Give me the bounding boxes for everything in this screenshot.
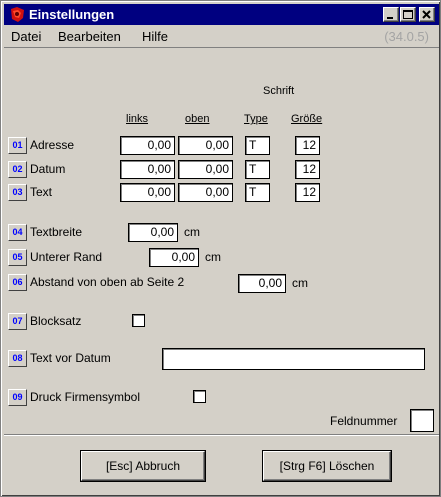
settings-window: Einstellungen Datei Bearbeiten Hilfe (34… <box>0 0 441 497</box>
blocksatz-label: Blocksatz <box>30 314 82 328</box>
abstand-unit: cm <box>292 276 308 290</box>
text-groesse-field[interactable]: 12 <box>295 183 320 202</box>
adresse-links-field[interactable]: 0,00 <box>120 136 175 155</box>
window-title: Einstellungen <box>29 7 115 22</box>
text-links-field[interactable]: 0,00 <box>120 183 175 202</box>
menu-bearbeiten[interactable]: Bearbeiten <box>58 29 121 44</box>
textbreite-unit: cm <box>184 225 200 239</box>
settings-form: Schrift links oben Type Größe 01 Adresse… <box>4 47 439 432</box>
close-icon <box>422 10 431 19</box>
text-vor-datum-label: Text vor Datum <box>30 351 111 365</box>
maximize-icon <box>403 10 413 19</box>
title-bar[interactable]: Einstellungen <box>4 4 439 25</box>
datum-groesse-field[interactable]: 12 <box>295 160 320 179</box>
adresse-type-field[interactable]: T <box>245 136 270 155</box>
abstand-field[interactable]: 0,00 <box>238 274 286 293</box>
abstand-label: Abstand von oben ab Seite 2 <box>30 275 185 289</box>
header-groesse: Größe <box>291 113 323 125</box>
unterer-rand-field[interactable]: 0,00 <box>149 248 199 267</box>
abbruch-button[interactable]: [Esc] Abbruch <box>81 451 205 481</box>
unterer-rand-unit: cm <box>205 250 221 264</box>
minimize-icon <box>387 17 393 19</box>
field-number-02-button[interactable]: 02 <box>8 161 27 178</box>
header-schrift: Schrift <box>263 85 295 97</box>
field-number-04-button[interactable]: 04 <box>8 224 27 241</box>
maximize-button[interactable] <box>400 7 416 22</box>
menu-hilfe[interactable]: Hilfe <box>142 29 168 44</box>
text-oben-field[interactable]: 0,00 <box>178 183 233 202</box>
menu-bar: Datei Bearbeiten Hilfe (34.0.5) <box>4 25 439 45</box>
field-number-05-button[interactable]: 05 <box>8 249 27 266</box>
field-number-01-button[interactable]: 01 <box>8 137 27 154</box>
field-number-03-button[interactable]: 03 <box>8 184 27 201</box>
feldnummer-field[interactable] <box>410 409 434 432</box>
druck-firmensymbol-checkbox[interactable] <box>193 390 206 403</box>
row-label-text: Text <box>30 185 53 199</box>
adresse-oben-field[interactable]: 0,00 <box>178 136 233 155</box>
druck-firmensymbol-label: Druck Firmensymbol <box>30 390 141 404</box>
button-bar: [Esc] Abbruch [Strg F6] Löschen <box>4 434 439 495</box>
close-button[interactable] <box>419 7 435 22</box>
datum-type-field[interactable]: T <box>245 160 270 179</box>
row-label-datum: Datum <box>30 162 66 176</box>
textbreite-label: Textbreite <box>30 225 83 239</box>
menu-datei[interactable]: Datei <box>11 29 41 44</box>
text-vor-datum-field[interactable] <box>162 348 425 370</box>
blocksatz-checkbox[interactable] <box>132 314 145 327</box>
datum-links-field[interactable]: 0,00 <box>120 160 175 179</box>
minimize-button[interactable] <box>383 7 399 22</box>
app-red-icon <box>9 6 26 23</box>
field-number-09-button[interactable]: 09 <box>8 389 27 406</box>
feldnummer-label: Feldnummer <box>330 414 398 428</box>
field-number-08-button[interactable]: 08 <box>8 350 27 367</box>
adresse-groesse-field[interactable]: 12 <box>295 136 320 155</box>
field-number-06-button[interactable]: 06 <box>8 274 27 291</box>
text-type-field[interactable]: T <box>245 183 270 202</box>
field-number-07-button[interactable]: 07 <box>8 313 27 330</box>
row-label-adresse: Adresse <box>30 138 75 152</box>
header-type: Type <box>244 113 268 125</box>
header-links: links <box>126 113 149 125</box>
datum-oben-field[interactable]: 0,00 <box>178 160 233 179</box>
textbreite-field[interactable]: 0,00 <box>128 223 178 242</box>
version-label: (34.0.5) <box>384 29 429 44</box>
unterer-rand-label: Unterer Rand <box>30 250 103 264</box>
loeschen-button[interactable]: [Strg F6] Löschen <box>263 451 391 481</box>
header-oben: oben <box>185 113 210 125</box>
